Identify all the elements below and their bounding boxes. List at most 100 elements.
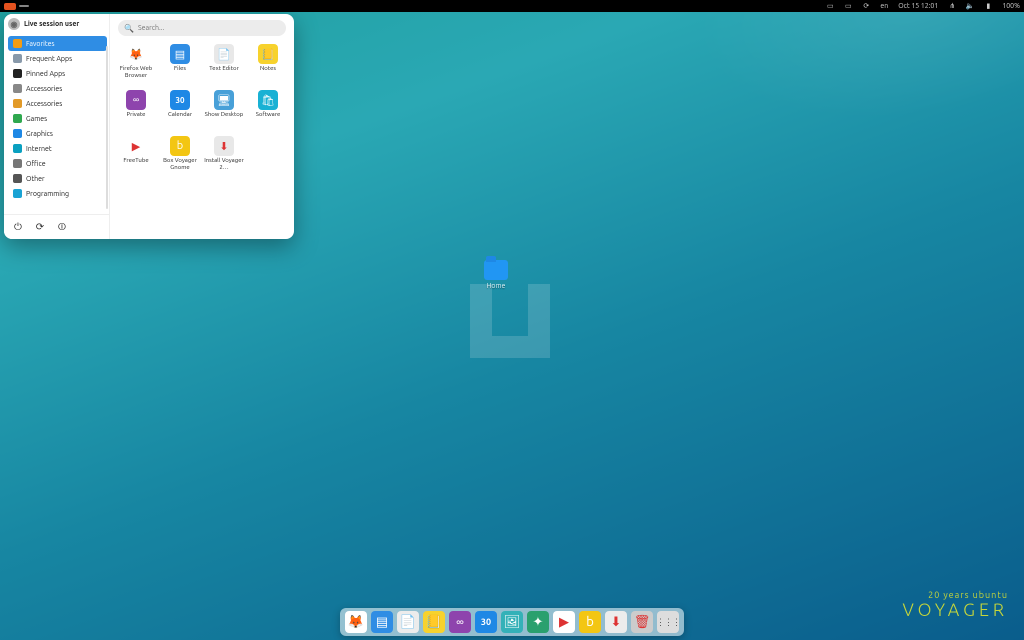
search-input[interactable] <box>138 24 280 32</box>
category-frequent-apps[interactable]: Frequent Apps <box>8 51 107 66</box>
battery-percent: 100% <box>1002 2 1020 10</box>
install-icon: ⬇ <box>214 136 234 156</box>
category-accessories[interactable]: Accessories <box>8 81 107 96</box>
dock-apps[interactable]: ⋮⋮⋮ <box>657 611 679 633</box>
freetube-icon: ▶ <box>126 136 146 156</box>
textedit-icon: 📄 <box>214 44 234 64</box>
category-accessories[interactable]: Accessories <box>8 96 107 111</box>
battery-icon[interactable]: ▮ <box>984 2 992 10</box>
category-label: Accessories <box>26 85 62 93</box>
dock-calendar[interactable]: 30 <box>475 611 497 633</box>
category-other[interactable]: Other <box>8 171 107 186</box>
clock[interactable]: Oct 15 12:01 <box>898 2 938 10</box>
category-games[interactable]: Games <box>8 111 107 126</box>
category-icon <box>13 189 22 198</box>
workspace-next[interactable] <box>19 5 29 7</box>
dock-install[interactable]: ⬇ <box>605 611 627 633</box>
category-icon <box>13 69 22 78</box>
tray-icon-1[interactable]: ▭ <box>826 2 834 10</box>
files-icon: ▤ <box>170 44 190 64</box>
category-icon <box>13 129 22 138</box>
category-label: Other <box>26 175 45 183</box>
volume-icon[interactable]: 🔈 <box>966 2 974 10</box>
category-label: Internet <box>26 145 52 153</box>
dock-notes[interactable]: 📒 <box>423 611 445 633</box>
app-label: Firefox Web Browser <box>116 66 156 79</box>
app-label: Software <box>256 112 281 119</box>
showdesk-icon: 🖥 <box>214 90 234 110</box>
category-office[interactable]: Office <box>8 156 107 171</box>
app-label: Install Voyager 2… <box>204 158 244 171</box>
app-label: Notes <box>260 66 276 73</box>
category-label: Accessories <box>26 100 62 108</box>
brand-sub: 20 years ubuntu <box>902 590 1008 600</box>
wallpaper-wave <box>654 0 1024 168</box>
tray-icon-refresh[interactable]: ⟳ <box>862 2 870 10</box>
power-button[interactable]: ⏼ <box>56 221 68 233</box>
app-textedit[interactable]: 📄 Text Editor <box>202 42 246 88</box>
app-private[interactable]: ∞ Private <box>114 88 158 134</box>
app-boxvoy[interactable]: bBox Voyager Gnome <box>158 134 202 180</box>
app-showdesk[interactable]: 🖥Show Desktop <box>202 88 246 134</box>
dock-firefox[interactable]: 🦊 <box>345 611 367 633</box>
category-icon <box>13 174 22 183</box>
avatar-icon: ◉ <box>8 18 20 30</box>
app-grid: 🦊Firefox Web Browser▤Files 📄 Text Editor 📒 N… <box>110 40 294 239</box>
notes-icon: 📒 <box>258 44 278 64</box>
wallpaper-logo <box>470 284 550 358</box>
tray-icon-2[interactable]: ▭ <box>844 2 852 10</box>
keyboard-layout[interactable]: en <box>880 2 888 10</box>
category-label: Office <box>26 160 46 168</box>
dock-boxvoy[interactable]: b <box>579 611 601 633</box>
network-icon[interactable]: ⋔ <box>948 2 956 10</box>
category-label: Pinned Apps <box>26 70 65 78</box>
dock-files[interactable]: ▤ <box>371 611 393 633</box>
dock-private[interactable]: ∞ <box>449 611 471 633</box>
category-pinned-apps[interactable]: Pinned Apps <box>8 66 107 81</box>
app-label: Text Editor <box>209 66 239 73</box>
app-firefox[interactable]: 🦊Firefox Web Browser <box>114 42 158 88</box>
category-icon <box>13 144 22 153</box>
category-internet[interactable]: Internet <box>8 141 107 156</box>
dock-trash[interactable]: 🗑 <box>631 611 653 633</box>
category-icon <box>13 54 22 63</box>
desktop-home-folder[interactable]: Home <box>476 260 516 290</box>
logout-button[interactable]: ⟳ <box>34 221 46 233</box>
app-freetube[interactable]: ▶ FreeTube <box>114 134 158 180</box>
app-label: FreeTube <box>123 158 148 165</box>
search-box[interactable]: 🔍 <box>118 20 286 36</box>
top-panel: ▭ ▭ ⟳ en Oct 15 12:01 ⋔ 🔈 ▮ 100% <box>0 0 1024 12</box>
desktop-home-label: Home <box>487 282 506 290</box>
user-row[interactable]: ◉ Live session user <box>4 14 109 34</box>
applications-menu: ◉ Live session user FavoritesFrequent Ap… <box>4 14 294 239</box>
search-icon: 🔍 <box>124 24 134 33</box>
category-favorites[interactable]: Favorites <box>8 36 107 51</box>
brand-main: VOYAGER <box>902 600 1008 620</box>
app-software[interactable]: 🛍 Software <box>246 88 290 134</box>
app-files[interactable]: ▤Files <box>158 42 202 88</box>
brand-watermark: 20 years ubuntu VOYAGER <box>902 590 1008 620</box>
category-list: FavoritesFrequent Apps Pinned Apps Accesso… <box>4 34 109 214</box>
dock-wall[interactable]: 🖼 <box>501 611 523 633</box>
scrollbar[interactable] <box>106 46 108 209</box>
category-icon <box>13 114 22 123</box>
folder-icon <box>484 260 508 280</box>
dock: 🦊▤📄📒∞30🖼✦▶b⬇🗑⋮⋮⋮ <box>340 608 684 636</box>
user-name: Live session user <box>24 20 79 28</box>
app-calendar[interactable]: 30Calendar <box>158 88 202 134</box>
dock-tweak[interactable]: ✦ <box>527 611 549 633</box>
workspace-indicator[interactable] <box>4 3 16 10</box>
menu-sidebar: ◉ Live session user FavoritesFrequent Ap… <box>4 14 110 239</box>
software-icon: 🛍 <box>258 90 278 110</box>
app-notes[interactable]: 📒 Notes <box>246 42 290 88</box>
dock-freetube[interactable]: ▶ <box>553 611 575 633</box>
dock-textedit[interactable]: 📄 <box>397 611 419 633</box>
category-icon <box>13 99 22 108</box>
lock-button[interactable]: ⏻ <box>12 221 24 233</box>
category-graphics[interactable]: Graphics <box>8 126 107 141</box>
category-icon <box>13 39 22 48</box>
category-programming[interactable]: Programming <box>8 186 107 201</box>
app-label: Private <box>127 112 146 119</box>
app-install[interactable]: ⬇ Install Voyager 2… <box>202 134 246 180</box>
private-icon: ∞ <box>126 90 146 110</box>
